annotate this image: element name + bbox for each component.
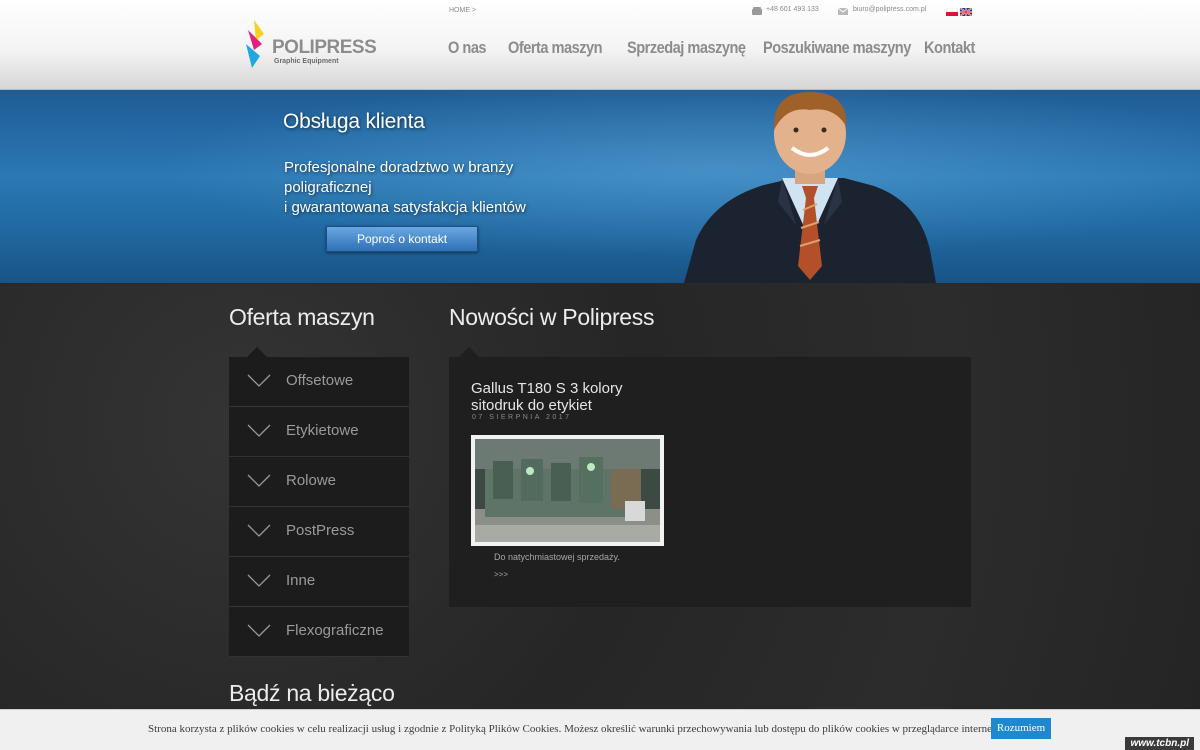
businessman-image [684, 92, 936, 283]
chevron-down-icon [247, 624, 271, 637]
logo-tagline: Graphic Equipment [274, 58, 339, 65]
news-item-date: 07 SIERPNIA 2017 [472, 414, 572, 421]
phone-icon [752, 7, 762, 15]
chevron-down-icon [247, 574, 271, 587]
hero-title: Obsługa klienta [283, 110, 425, 133]
hero-text-line: i gwarantowana satysfakcja klientów [284, 199, 526, 216]
news-read-more-link[interactable]: >>> [494, 570, 508, 579]
news-title-line: Gallus T180 S 3 kolory [471, 380, 623, 397]
news-pointer [459, 347, 479, 357]
menu-item-label: PostPress [286, 522, 355, 539]
news-box: Gallus T180 S 3 kolory sitodruk do etyki… [449, 347, 971, 607]
phone-number[interactable]: +48 601 493 133 [766, 6, 819, 13]
contact-bar: +48 601 493 133 biuro@polipress.com.pl [748, 6, 972, 18]
menu-item-offsetowe[interactable]: Offsetowe [229, 357, 409, 407]
news-section-title: Nowości w Polipress [449, 304, 655, 330]
cookie-text: Strona korzysta z plików cookies w celu … [148, 723, 1017, 735]
breadcrumb[interactable]: HOME > [449, 7, 476, 14]
hero-text-line: Profesjonalne doradztwo w branży [284, 159, 514, 176]
flag-uk-icon[interactable] [960, 8, 972, 16]
chevron-down-icon [247, 424, 271, 437]
mail-icon [838, 8, 848, 15]
nav-kontakt[interactable]: Kontakt [924, 38, 975, 58]
news-title-line: sitodruk do etykiet [471, 397, 592, 414]
logo-mark-icon [246, 20, 264, 68]
menu-item-label: Rolowe [286, 472, 337, 489]
sidebar-title: Oferta maszyn [229, 304, 375, 330]
main-content: Oferta maszyn Offsetowe Etykietowe Rolow… [0, 284, 1200, 749]
hero-text-line: poligraficznej [284, 179, 372, 196]
nav-oferta-maszyn[interactable]: Oferta maszyn [508, 38, 603, 58]
news-item-description: Do natychmiastowej sprzedaży. [494, 552, 620, 562]
menu-item-label: Etykietowe [286, 422, 359, 439]
nav-sprzedaj-maszyne[interactable]: Sprzedaj maszynę [627, 38, 746, 58]
flag-pl-icon[interactable] [946, 8, 958, 16]
chevron-down-icon [247, 474, 271, 487]
cookie-bar: Strona korzysta z plików cookies w celu … [0, 709, 1200, 750]
menu-item-etykietowe[interactable]: Etykietowe [229, 407, 409, 457]
chevron-down-icon [247, 374, 271, 387]
news-item-title[interactable]: Gallus T180 S 3 kolory sitodruk do etyki… [471, 380, 671, 414]
logo[interactable]: POLIPRESS Graphic Equipment [246, 20, 377, 70]
request-contact-button[interactable]: Poproś o kontakt [326, 226, 478, 252]
menu-item-label: Offsetowe [286, 372, 354, 389]
cookie-accept-button[interactable]: Rozumiem [991, 718, 1051, 739]
site-header: POLIPRESS Graphic Equipment HOME > +48 6… [0, 0, 1200, 90]
menu-item-label: Inne [286, 572, 316, 589]
email-address[interactable]: biuro@polipress.com.pl [853, 6, 926, 13]
site-credit[interactable]: www.tcbn.pl [1125, 737, 1194, 750]
nav-o-nas[interactable]: O nas [448, 38, 487, 58]
hero-text: Profesjonalne doradztwo w branży poligra… [284, 158, 584, 218]
menu-pointer [247, 347, 267, 357]
menu-item-inne[interactable]: Inne [229, 557, 409, 607]
menu-item-flexograficzne[interactable]: Flexograficzne [229, 607, 409, 657]
machine-menu: Offsetowe Etykietowe Rolowe PostPress In… [229, 347, 409, 657]
hero-banner: Obsługa klienta Profesjonalne doradztwo … [0, 90, 1200, 283]
menu-item-label: Flexograficzne [286, 622, 384, 639]
nav-poszukiwane-maszyny[interactable]: Poszukiwane maszyny [763, 38, 911, 58]
machine-photo [475, 439, 660, 542]
menu-item-rolowe[interactable]: Rolowe [229, 457, 409, 507]
menu-item-postpress[interactable]: PostPress [229, 507, 409, 557]
chevron-down-icon [247, 524, 271, 537]
news-item-thumbnail[interactable] [471, 435, 664, 546]
stay-updated-title: Bądź na bieżąco [229, 680, 395, 706]
logo-name: POLIPRESS [272, 37, 377, 58]
